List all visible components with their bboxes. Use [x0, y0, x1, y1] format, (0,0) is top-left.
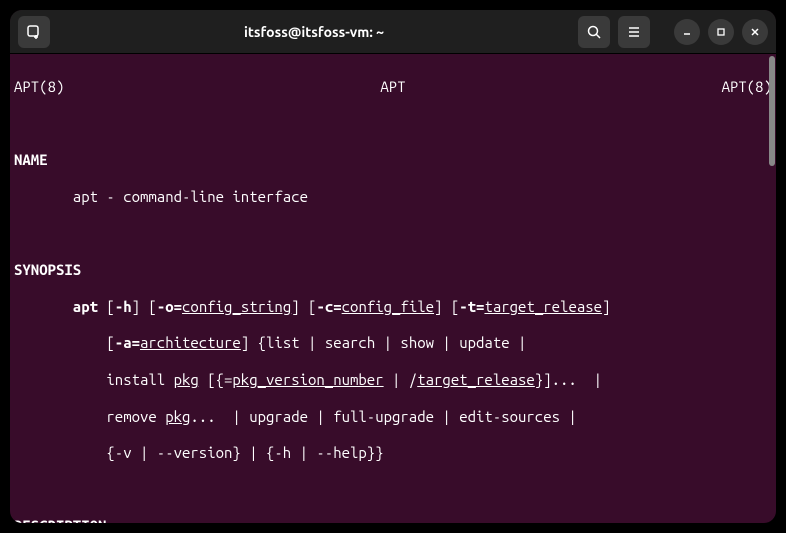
titlebar: itsfoss@itsfoss-vm: ~ — [10, 10, 776, 54]
new-tab-icon — [26, 24, 42, 40]
maximize-button[interactable] — [708, 19, 734, 45]
maximize-icon — [715, 26, 727, 38]
menu-button[interactable] — [618, 16, 650, 48]
synopsis-line-2: [-a=architecture] {list | search | show … — [14, 334, 772, 352]
close-button[interactable] — [742, 19, 768, 45]
name-line: apt - command-line interface — [14, 188, 772, 206]
man-header-center: APT — [380, 78, 405, 96]
hamburger-icon — [626, 24, 642, 40]
terminal-window: itsfoss@itsfoss-vm: ~ — [10, 10, 776, 523]
new-tab-button[interactable] — [18, 16, 50, 48]
synopsis-line-5: {-v | --version} | {-h | --help}} — [14, 444, 772, 462]
window-title: itsfoss@itsfoss-vm: ~ — [58, 24, 570, 40]
synopsis-line-1: apt [-h] [-o=config_string] [-c=config_f… — [14, 298, 772, 316]
scrollbar-thumb[interactable] — [769, 56, 775, 166]
close-icon — [749, 26, 761, 38]
section-description: DESCRIPTION — [14, 517, 772, 523]
minimize-icon — [681, 26, 693, 38]
man-header-right: APT(8) — [722, 78, 772, 96]
section-synopsis: SYNOPSIS — [14, 261, 772, 279]
synopsis-line-4: remove pkg... | upgrade | full-upgrade |… — [14, 408, 772, 426]
man-header: APT(8) APT APT(8) — [14, 78, 772, 96]
minimize-button[interactable] — [674, 19, 700, 45]
search-icon — [586, 24, 602, 40]
search-button[interactable] — [578, 16, 610, 48]
man-header-left: APT(8) — [14, 78, 64, 96]
scrollbar[interactable] — [768, 54, 776, 523]
synopsis-line-3: install pkg [{=pkg_version_number | /tar… — [14, 371, 772, 389]
section-name: NAME — [14, 151, 772, 169]
terminal-content[interactable]: APT(8) APT APT(8) NAME apt - command-line … — [10, 54, 776, 523]
